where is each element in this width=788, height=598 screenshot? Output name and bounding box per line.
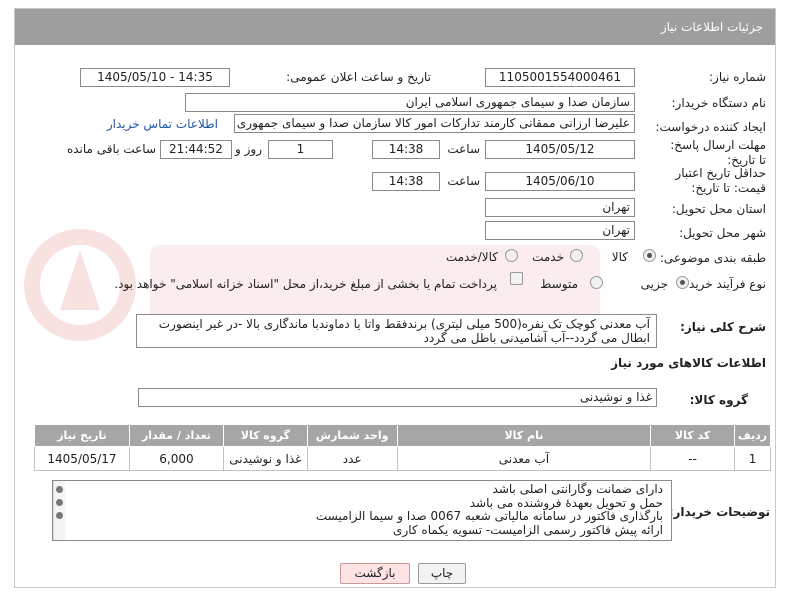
scroll-thumb-icon[interactable]	[56, 499, 63, 506]
category-goods-service-radio[interactable]	[505, 249, 518, 262]
process-medium-radio[interactable]	[590, 276, 603, 289]
price-validity-date-field: 1405/06/10	[485, 172, 635, 191]
cell-row: 1	[734, 446, 771, 471]
province-label: استان محل تحویل:	[671, 202, 766, 216]
col-row: ردیف	[734, 424, 771, 447]
category-goods-radio[interactable]	[643, 249, 656, 262]
deadline-time-field: 14:38	[372, 140, 440, 159]
city-field: تهران	[485, 221, 635, 240]
process-label: نوع فرآیند خرید :	[681, 277, 766, 291]
buyer-note-line: حمل و تحویل بعهدهٔ فروشنده می باشد	[469, 495, 663, 510]
buyer-note-line: ارائه پیش فاکتور رسمی الزامیست- تسویه یک…	[393, 522, 663, 537]
col-unit: واحد شمارش	[306, 424, 398, 447]
scroll-up-icon[interactable]	[56, 486, 63, 493]
category-goods-label: کالا	[611, 250, 628, 264]
creator-label: ایجاد کننده درخواست:	[655, 120, 766, 134]
process-minor-radio[interactable]	[676, 276, 689, 289]
price-validity-time-label: ساعت	[447, 174, 480, 188]
description-label: شرح کلی نیاز:	[680, 320, 766, 334]
description-textarea[interactable]: آب معدنی کوچک تک نفره(500 میلی لیتری) بر…	[136, 314, 657, 348]
announce-field: 1405/05/10 - 14:35	[80, 68, 230, 87]
buyer-note-line: بارگذاری فاکتور در سامانه مالیاتی شعبه 0…	[315, 509, 663, 523]
deadline-label: مهلت ارسال پاسخ: تا تاریخ:	[670, 138, 766, 167]
cell-qty: 6,000	[129, 446, 224, 471]
goods-group-field: غذا و نوشیدنی	[138, 388, 657, 407]
back-button[interactable]: بازگشت	[340, 563, 410, 584]
category-label: طبقه بندی موضوعی:	[659, 251, 766, 265]
creator-field: علیرضا ارزانی ممقانی کارمند تدارکات امور…	[234, 114, 635, 133]
col-name: نام کالا	[396, 424, 652, 447]
category-service-label: خدمت	[532, 250, 564, 264]
category-service-radio[interactable]	[570, 249, 583, 262]
col-group: گروه کالا	[222, 424, 308, 447]
goods-table-header: ردیف کد کالا نام کالا واحد شمارش گروه کا…	[34, 424, 771, 447]
buyer-org-label: نام دستگاه خریدار:	[671, 96, 767, 110]
city-label: شهر محل تحویل:	[679, 226, 766, 240]
treasury-payment-checkbox[interactable]	[510, 272, 523, 285]
price-validity-label: حداقل تاریخ اعتبار قیمت: تا تاریخ:	[675, 166, 766, 195]
buyer-org-field: سازمان صدا و سیمای جمهوری اسلامی ایران	[185, 93, 635, 112]
process-medium-label: متوسط	[540, 277, 578, 291]
need-number-field: 1105001554000461	[485, 68, 635, 87]
price-validity-time-field: 14:38	[372, 172, 440, 191]
days-label: روز و	[235, 142, 262, 156]
process-minor-label: جزیی	[640, 277, 668, 291]
cell-group: غذا و نوشیدنی	[222, 446, 308, 471]
goods-section-title: اطلاعات کالاهای مورد نیاز	[611, 356, 766, 370]
cell-date: 1405/05/17	[34, 446, 130, 471]
col-date: تاریخ نیاز	[34, 424, 130, 447]
buyer-note-line: دارای ضمانت وگارانتی اصلی باشد	[492, 482, 663, 496]
need-number-label: شماره نیاز:	[709, 70, 766, 84]
contact-buyer-link[interactable]: اطلاعات تماس خریدار	[107, 117, 218, 131]
buyer-notes-textarea[interactable]: دارای ضمانت وگارانتی اصلی باشد حمل و تحو…	[52, 480, 672, 541]
province-field: تهران	[485, 198, 635, 217]
table-row: 1 -- آب معدنی عدد غذا و نوشیدنی 6,000 14…	[34, 446, 771, 471]
scroll-down-icon[interactable]	[56, 512, 63, 519]
print-button[interactable]: چاپ	[418, 563, 466, 584]
cell-code: --	[650, 446, 736, 471]
goods-table: ردیف کد کالا نام کالا واحد شمارش گروه کا…	[34, 424, 771, 471]
remaining-time-field: 21:44:52	[160, 140, 232, 159]
panel-title: جزئیات اطلاعات نیاز	[15, 9, 775, 45]
remaining-label: ساعت باقی مانده	[66, 142, 156, 156]
category-goods-service-label: کالا/خدمت	[445, 250, 498, 264]
buyer-notes-label: توضیحات خریدار:	[668, 505, 770, 519]
cell-unit: عدد	[306, 446, 398, 471]
goods-group-label: گروه کالا:	[689, 393, 748, 407]
col-qty: تعداد / مقدار	[129, 424, 224, 447]
cell-name: آب معدنی	[396, 446, 652, 471]
deadline-date-field: 1405/05/12	[485, 140, 635, 159]
deadline-time-label: ساعت	[447, 142, 480, 156]
days-field: 1	[268, 140, 333, 159]
treasury-payment-note: پرداخت تمام یا بخشی از مبلغ خرید،از محل …	[114, 277, 497, 291]
col-code: کد کالا	[650, 424, 736, 447]
announce-label: تاریخ و ساعت اعلان عمومی:	[286, 70, 431, 84]
